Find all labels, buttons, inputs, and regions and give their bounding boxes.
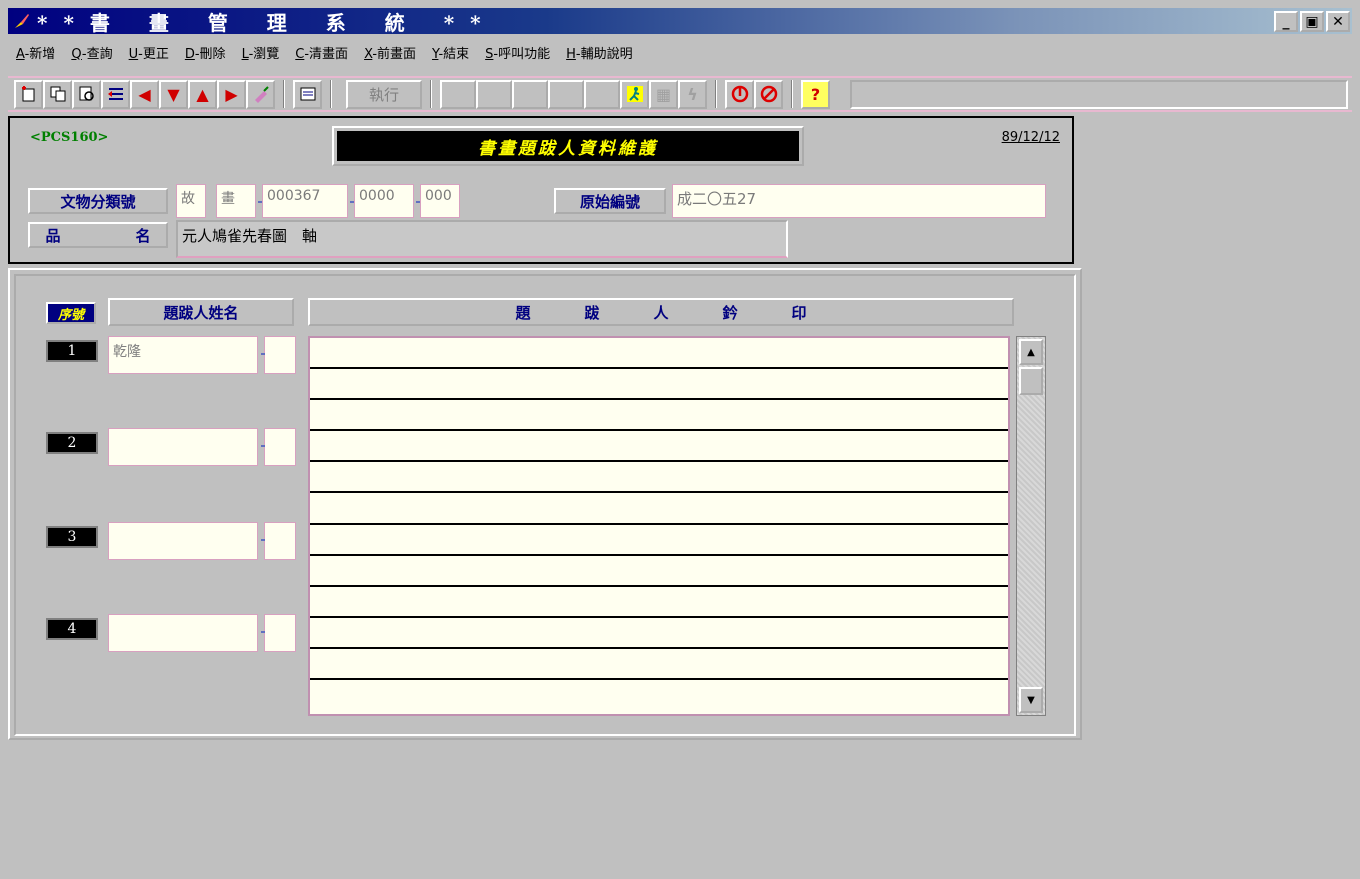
seal-row[interactable] xyxy=(310,680,1008,711)
menu-call-function[interactable]: S-呼叫功能 xyxy=(485,43,550,62)
seal-row[interactable] xyxy=(310,556,1008,587)
inscriber-name-field[interactable]: 乾隆 xyxy=(108,336,258,374)
classification-field-1[interactable]: 故 xyxy=(176,184,206,218)
detail-panel: 序號 題跋人姓名 題跋人鈐印 1 乾隆 2 3 4 ▲ ▼ xyxy=(8,268,1082,740)
seal-list xyxy=(308,336,1010,716)
inscriber-name-header: 題跋人姓名 xyxy=(108,298,294,326)
original-number-label: 原始編號 xyxy=(554,188,666,214)
previous-record-icon[interactable]: ▲ xyxy=(188,79,217,109)
print-icon[interactable] xyxy=(293,79,322,109)
toolbar-blank-button[interactable] xyxy=(440,79,476,109)
scroll-down-button[interactable]: ▼ xyxy=(1019,687,1043,713)
toolbar: ◀ ▼ ▲ ▶ 執行 ▦ ϟ ? xyxy=(8,76,1352,112)
scroll-thumb[interactable] xyxy=(1019,367,1043,395)
toolbar-separator xyxy=(791,80,793,108)
seal-row[interactable] xyxy=(310,431,1008,463)
cancel-icon[interactable] xyxy=(754,79,783,109)
row-number: 3 xyxy=(46,526,98,548)
toolbar-separator xyxy=(330,80,332,108)
seal-row[interactable] xyxy=(310,618,1008,649)
scroll-up-button[interactable]: ▲ xyxy=(1019,339,1043,365)
seal-row[interactable] xyxy=(310,462,1008,494)
window-title: **書 畫 管 理 系 統 ** xyxy=(37,10,497,35)
disabled-tool-icon[interactable]: ▦ xyxy=(649,79,678,109)
toolbar-separator xyxy=(715,80,717,108)
item-name-label: 品 名 xyxy=(28,222,168,248)
form-title: 書畫題跋人資料維護 xyxy=(337,131,799,161)
program-code: <PCS160> xyxy=(30,130,109,145)
query-icon[interactable] xyxy=(72,79,101,109)
copy-record-icon[interactable] xyxy=(43,79,72,109)
toolbar-blank-button[interactable] xyxy=(476,79,512,109)
menu-help[interactable]: H-輔助說明 xyxy=(566,43,632,62)
original-number-field[interactable]: 成二〇五27 xyxy=(672,184,1046,218)
inscriber-name-field[interactable] xyxy=(108,614,258,652)
seal-row[interactable] xyxy=(310,649,1008,681)
menu-previous-screen[interactable]: X-前畫面 xyxy=(364,43,416,62)
run-icon[interactable] xyxy=(620,79,649,109)
seal-row[interactable] xyxy=(310,338,1008,370)
seal-list-scrollbar[interactable]: ▲ ▼ xyxy=(1016,336,1046,716)
inscriber-suffix-field[interactable] xyxy=(261,522,296,560)
toolbar-blank-button[interactable] xyxy=(584,79,620,109)
list-icon[interactable] xyxy=(101,79,130,109)
header-panel: <PCS160> 89/12/12 書畫題跋人資料維護 文物分類號 故 畫 00… xyxy=(8,116,1074,264)
menu-update[interactable]: U-更正 xyxy=(129,43,169,62)
row-number: 2 xyxy=(46,432,98,454)
toolbar-separator xyxy=(283,80,285,108)
toolbar-blank-button[interactable] xyxy=(512,79,548,109)
seal-row[interactable] xyxy=(310,369,1008,401)
execute-button[interactable]: 執行 xyxy=(346,79,422,109)
close-button[interactable]: ✕ xyxy=(1326,11,1350,32)
seal-row[interactable] xyxy=(310,525,1008,556)
inscriber-name-field[interactable] xyxy=(108,522,258,560)
toolbar-status-field xyxy=(850,79,1348,109)
classification-field-4[interactable]: 0000 xyxy=(354,184,414,218)
classification-label: 文物分類號 xyxy=(28,188,168,214)
classification-field-3[interactable]: 000367 xyxy=(262,184,348,218)
row-number: 4 xyxy=(46,618,98,640)
stop-icon[interactable] xyxy=(725,79,754,109)
seal-row[interactable] xyxy=(310,587,1008,618)
classification-field-2[interactable]: 畫 xyxy=(216,184,256,218)
seal-row[interactable] xyxy=(310,400,1008,432)
add-record-icon[interactable] xyxy=(14,79,43,109)
system-date: 89/12/12 xyxy=(1001,130,1060,145)
clear-icon[interactable] xyxy=(246,79,275,109)
detail-inner: 序號 題跋人姓名 題跋人鈐印 1 乾隆 2 3 4 ▲ ▼ xyxy=(14,274,1076,736)
row-number: 1 xyxy=(46,340,98,362)
sequence-header: 序號 xyxy=(46,302,96,324)
menu-clear[interactable]: C-清畫面 xyxy=(295,43,348,62)
toolbar-blank-button[interactable] xyxy=(548,79,584,109)
inscriber-name-field[interactable] xyxy=(108,428,258,466)
brush-icon xyxy=(11,10,33,32)
restore-button[interactable]: ▣ xyxy=(1300,11,1324,32)
menu-add[interactable]: A-新增 xyxy=(16,43,55,62)
menu-bar: A-新增 Q-查詢 U-更正 D-刪除 L-瀏覽 C-清畫面 X-前畫面 Y-結… xyxy=(8,38,1352,66)
item-name-field[interactable]: 元人鳩雀先春圖 軸 xyxy=(176,220,788,258)
last-record-icon[interactable]: ▶ xyxy=(217,79,246,109)
disabled-tool-icon[interactable]: ϟ xyxy=(678,79,707,109)
form-title-frame: 書畫題跋人資料維護 xyxy=(332,126,804,166)
help-icon[interactable]: ? xyxy=(801,79,830,109)
inscriber-suffix-field[interactable] xyxy=(261,428,296,466)
classification-field-5[interactable]: 000 xyxy=(420,184,460,218)
menu-query[interactable]: Q-查詢 xyxy=(71,43,112,62)
seal-row[interactable] xyxy=(310,493,1008,525)
next-record-icon[interactable]: ▼ xyxy=(159,79,188,109)
menu-browse[interactable]: L-瀏覽 xyxy=(242,43,280,62)
menu-exit[interactable]: Y-結束 xyxy=(432,43,469,62)
inscriber-seal-header: 題跋人鈐印 xyxy=(308,298,1014,326)
inscriber-suffix-field[interactable] xyxy=(261,336,296,374)
title-bar: **書 畫 管 理 系 統 ** _ ▣ ✕ xyxy=(8,8,1352,35)
inscriber-suffix-field[interactable] xyxy=(261,614,296,652)
toolbar-separator xyxy=(430,80,432,108)
first-record-icon[interactable]: ◀ xyxy=(130,79,159,109)
minimize-button[interactable]: _ xyxy=(1274,11,1298,32)
menu-delete[interactable]: D-刪除 xyxy=(185,43,226,62)
